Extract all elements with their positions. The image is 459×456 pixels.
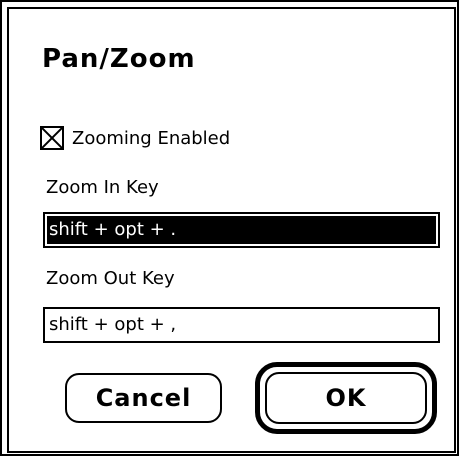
zoom-in-key-label: Zoom In Key [46,177,159,198]
dialog-title: Pan/Zoom [42,44,196,74]
zooming-enabled-label[interactable]: Zooming Enabled [72,128,230,149]
zoom-out-key-value[interactable]: shift + opt + , [49,314,176,335]
zoom-out-key-field[interactable]: shift + opt + , [43,307,440,343]
zoom-out-key-label: Zoom Out Key [46,268,175,289]
ok-button[interactable]: OK [265,372,427,424]
checkbox-x-icon [42,128,62,148]
zooming-enabled-checkbox[interactable] [40,126,64,150]
pan-zoom-dialog: Pan/Zoom Zooming Enabled Zoom In Key shi… [0,0,459,456]
cancel-button[interactable]: Cancel [65,373,222,423]
zoom-in-key-field[interactable]: shift + opt + . [43,212,440,248]
zoom-in-key-value[interactable]: shift + opt + . [47,216,436,244]
zooming-enabled-row[interactable]: Zooming Enabled [40,124,230,152]
